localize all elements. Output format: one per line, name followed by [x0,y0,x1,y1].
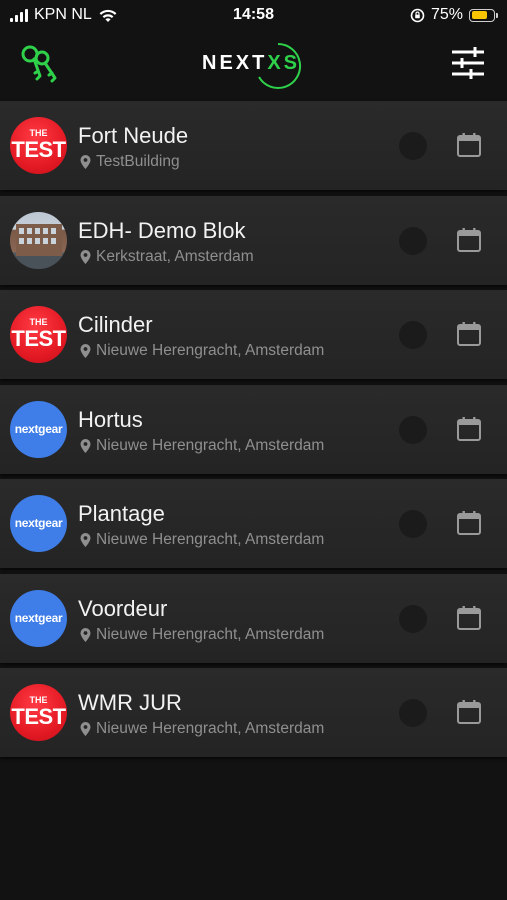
logo-accent: XS [267,52,301,74]
location-pin-icon [80,344,91,358]
calendar-button[interactable] [456,605,482,631]
location-row[interactable]: THE TEST Fort Neude TestBuilding [0,101,507,190]
avatar-text: nextgear [14,421,63,436]
location-avatar: THE TEST [10,306,67,363]
avatar-text-large: TEST [11,326,66,351]
carrier-label: KPN NL [34,6,92,23]
location-address: TestBuilding [96,153,180,170]
connection-status-dot [399,604,427,633]
location-avatar: THE TEST [10,684,67,741]
connection-status-dot [399,226,427,255]
location-address: Nieuwe Herengracht, Amsterdam [96,531,325,548]
location-pin-icon [80,155,91,169]
status-bar: KPN NL 14:58 75% [0,0,507,30]
location-pin-icon [80,249,91,264]
location-address-line: TestBuilding [80,153,180,171]
location-address-line: Nieuwe Herengracht, Amsterdam [80,626,324,644]
location-address-line: Kerkstraat, Amsterdam [80,248,254,266]
filter-sliders-icon [452,47,484,79]
location-row[interactable]: nextgear Voordeur Nieuwe Herengracht, Amst… [0,573,507,663]
status-left: KPN NL [10,6,118,24]
signal-icon [10,8,28,22]
building-photo [10,223,67,269]
connection-status-dot [399,321,427,349]
location-name: Hortus [78,406,143,432]
location-address: Kerkstraat, Amsterdam [96,247,254,265]
status-right: 75% [410,6,498,24]
location-name: WMR JUR [78,690,182,715]
location-pin-icon [80,438,91,453]
avatar-text: nextgear [14,610,63,625]
calendar-icon [457,227,481,252]
avatar-text: nextgear [14,516,63,530]
location-name: EDH- Demo Blok [78,217,246,243]
location-avatar: nextgear [10,495,67,552]
location-row[interactable]: nextgear Plantage Nieuwe Herengracht, Amst… [0,479,507,568]
app-header: NEXTXS [0,32,507,98]
calendar-icon [457,322,481,346]
avatar-text-large: TEST [11,704,66,729]
wifi-icon [99,9,117,22]
calendar-icon [457,700,481,724]
calendar-button[interactable] [456,699,482,725]
battery-fill [471,11,488,19]
location-name: Plantage [78,501,165,526]
location-address: Nieuwe Herengracht, Amsterdam [96,625,325,643]
location-address-line: Nieuwe Herengracht, Amsterdam [80,720,324,738]
location-address-line: Nieuwe Herengracht, Amsterdam [80,342,324,360]
orientation-lock-icon [410,8,425,22]
location-name: Cilinder [78,312,153,337]
location-row[interactable]: THE TEST Cilinder Nieuwe Herengracht, Amste… [0,290,507,379]
calendar-button[interactable] [456,227,482,253]
calendar-icon [457,605,481,630]
building-photo-avatar [10,211,67,269]
calendar-button[interactable] [456,416,482,442]
location-pin-icon [80,627,91,642]
calendar-button[interactable] [456,132,482,158]
location-address: Nieuwe Herengracht, Amsterdam [96,436,325,454]
battery-percent: 75% [430,6,463,23]
status-time: 14:58 [233,6,274,23]
nextxs-logo: NEXTXS [202,38,312,89]
logo-text: NEXTXS [202,52,300,75]
location-avatar: nextgear [10,400,67,458]
location-address-line: Nieuwe Herengracht, Amsterdam [80,531,324,549]
location-address: Nieuwe Herengracht, Amsterdam [96,342,325,359]
calendar-icon [457,416,481,441]
logo-main: NEXT [202,52,268,74]
location-row[interactable]: nextgear Hortus Nieuwe Herengracht, Amster… [0,384,507,474]
keys-icon [21,45,57,83]
location-name: Voordeur [78,595,168,621]
connection-status-dot [399,699,427,727]
connection-status-dot [399,132,427,160]
calendar-icon [457,511,481,535]
calendar-button[interactable] [456,321,482,347]
location-list: THE TEST Fort Neude TestBuilding EDH- Demo B… [0,101,507,763]
location-pin-icon [80,533,91,547]
location-avatar: THE TEST [10,117,67,174]
location-name: Fort Neude [78,123,189,148]
battery-icon [469,8,498,22]
location-address-line: Nieuwe Herengracht, Amsterdam [80,437,324,455]
connection-status-dot [399,415,427,444]
location-address: Nieuwe Herengracht, Amsterdam [96,720,325,737]
connection-status-dot [399,510,427,538]
keys-button[interactable] [18,42,62,86]
location-avatar: nextgear [10,589,67,647]
avatar-text-large: TEST [11,137,66,162]
location-pin-icon [80,722,91,736]
filter-button[interactable] [448,46,490,82]
calendar-button[interactable] [456,510,482,536]
location-row[interactable]: EDH- Demo Blok Kerkstraat, Amsterdam [0,195,507,285]
location-row[interactable]: THE TEST WMR JUR Nieuwe Herengracht, Amster… [0,668,507,757]
calendar-icon [457,133,481,157]
